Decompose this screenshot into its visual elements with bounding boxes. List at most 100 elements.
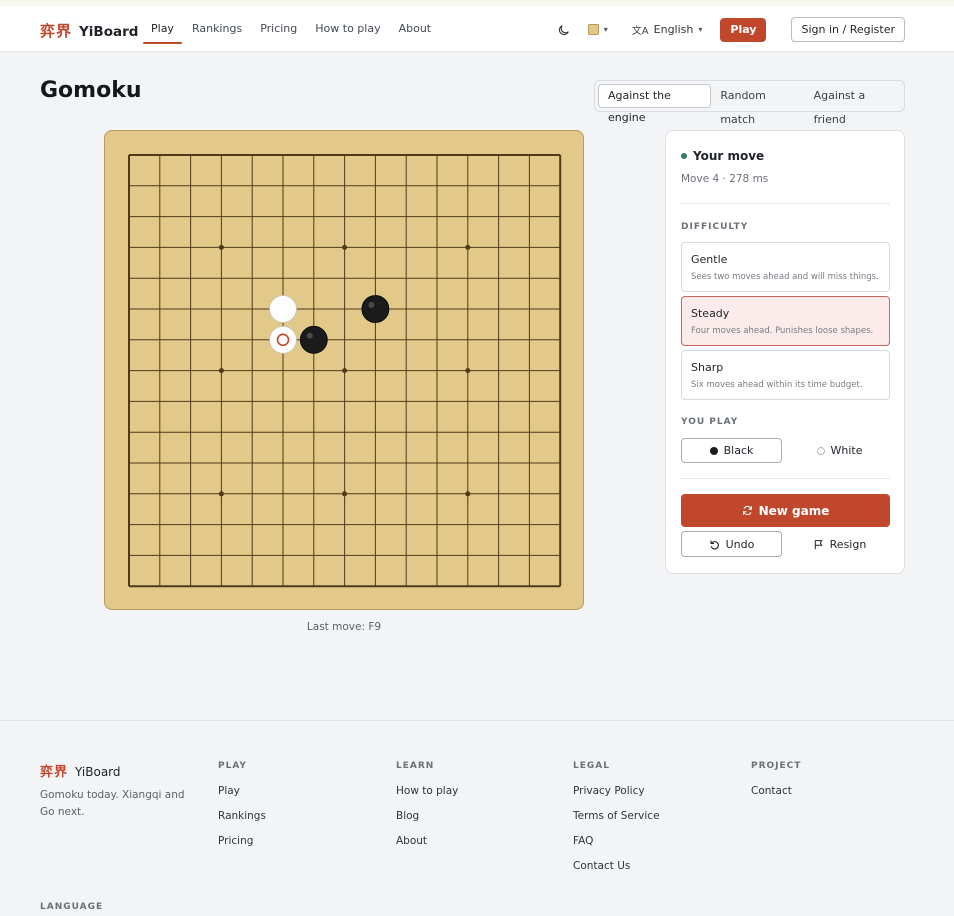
page-title: Gomoku	[40, 78, 142, 103]
star-point	[218, 244, 224, 250]
white-stone	[269, 325, 297, 354]
footer-col-title: PLAY	[218, 761, 247, 771]
nav-play[interactable]: Play	[143, 16, 182, 44]
footer-link-faq[interactable]: FAQ	[573, 835, 660, 860]
flag-icon	[814, 539, 823, 549]
footer-col-title: LEARN	[396, 761, 435, 771]
footer-language-label: LANGUAGE	[40, 902, 104, 912]
white-stone-icon	[816, 446, 825, 455]
nav-how-to-play[interactable]: How to play	[307, 16, 388, 44]
resign-button[interactable]: Resign	[789, 531, 890, 557]
footer-link-blog[interactable]: Blog	[396, 810, 458, 835]
footer-col-project: PROJECT Contact	[751, 761, 801, 810]
difficulty-gentle[interactable]: Gentle Sees two moves ahead and will mis…	[681, 242, 890, 292]
difficulty-steady[interactable]: Steady Four moves ahead. Punishes loose …	[681, 296, 890, 346]
star-point	[342, 491, 348, 497]
resign-label: Resign	[829, 537, 867, 551]
difficulty-name: Gentle	[691, 253, 728, 266]
footer-col-legal: LEGAL Privacy Policy Terms of Service FA…	[573, 761, 660, 885]
new-game-label: New game	[758, 503, 830, 518]
star-point	[342, 244, 348, 250]
footer-logo-en: YiBoard	[75, 765, 121, 779]
difficulty-desc: Four moves ahead. Punishes loose shapes.	[691, 326, 874, 336]
star-point	[342, 368, 348, 374]
language-label: English	[653, 23, 694, 36]
board-grid[interactable]	[105, 131, 585, 611]
mode-against-friend[interactable]: Against a friend	[805, 84, 901, 126]
undo-icon	[710, 539, 719, 549]
footer-link-play[interactable]: Play	[218, 785, 266, 810]
star-point	[465, 244, 471, 250]
main-nav: Play Rankings Pricing How to play About	[143, 16, 441, 44]
nav-rankings[interactable]: Rankings	[184, 16, 250, 44]
difficulty-label: DIFFICULTY	[681, 222, 749, 232]
move-info: Move 4 · 278 ms	[681, 173, 769, 185]
footer-link-privacy[interactable]: Privacy Policy	[573, 785, 660, 810]
footer-col-title: LEGAL	[573, 761, 610, 771]
game-board[interactable]	[104, 130, 584, 610]
chevron-down-icon: ▾	[698, 25, 703, 34]
brand-logo[interactable]: 弈界 YiBoard	[40, 20, 138, 41]
brand-logo-en: YiBoard	[79, 24, 139, 40]
nav-pricing[interactable]: Pricing	[252, 16, 305, 44]
footer-tagline: Gomoku today. Xiangqi and Go next.	[40, 789, 185, 818]
play-black-button[interactable]: Black	[681, 438, 782, 463]
footer-link-rankings[interactable]: Rankings	[218, 810, 266, 835]
turn-status: Your move	[681, 149, 764, 163]
footer-link-contact-us[interactable]: Contact Us	[573, 860, 660, 885]
mode-switcher: Against the engine Random match Against …	[594, 80, 905, 126]
play-white-button[interactable]: White	[789, 438, 890, 463]
footer-link-contact[interactable]: Contact	[751, 785, 801, 810]
header-play-button[interactable]: Play	[720, 17, 767, 42]
difficulty-sharp[interactable]: Sharp Six moves ahead within its time bu…	[681, 350, 890, 400]
stone-highlight	[306, 332, 313, 339]
turn-status-text: Your move	[693, 149, 765, 163]
footer-logo[interactable]: 弈界 YiBoard	[40, 761, 121, 780]
difficulty-name: Sharp	[691, 361, 724, 374]
translate-icon: 文A	[631, 26, 649, 37]
black-stone	[299, 325, 328, 354]
divider	[681, 203, 890, 204]
you-play-label: YOU PLAY	[681, 417, 739, 427]
stone-highlight	[368, 302, 375, 308]
new-game-button[interactable]: New game	[681, 494, 890, 527]
site-header: 弈界 YiBoard Play Rankings Pricing How to …	[0, 0, 954, 52]
black-stone-icon	[709, 446, 718, 455]
star-point	[218, 491, 224, 497]
footer-col-learn: LEARN How to play Blog About	[396, 761, 458, 860]
board-theme-button[interactable]: ▾	[587, 24, 608, 35]
side-label: Black	[723, 444, 754, 457]
undo-label: Undo	[725, 537, 755, 551]
header-actions: ▾ 文A English ▾ Play Sign in / Register	[556, 17, 905, 42]
nav-about[interactable]: About	[391, 16, 440, 44]
undo-button[interactable]: Undo	[681, 531, 782, 557]
difficulty-name: Steady	[691, 307, 730, 320]
side-label: White	[830, 444, 863, 457]
star-point	[218, 368, 224, 374]
last-move-text: Last move: F9	[306, 621, 382, 633]
black-stone	[361, 295, 390, 323]
difficulty-desc: Sees two moves ahead and will miss thing…	[691, 272, 879, 282]
moon-icon[interactable]	[556, 22, 572, 38]
footer-col-play: PLAY Play Rankings Pricing	[218, 761, 266, 860]
game-panel: Your move Move 4 · 278 ms DIFFICULTY Gen…	[665, 130, 905, 574]
footer-link-pricing[interactable]: Pricing	[218, 835, 266, 860]
white-stone	[269, 295, 297, 323]
footer-link-terms[interactable]: Terms of Service	[573, 810, 660, 835]
mode-random-match[interactable]: Random match	[711, 84, 804, 126]
footer-link-about[interactable]: About	[396, 835, 458, 860]
signin-button[interactable]: Sign in / Register	[791, 17, 905, 42]
difficulty-desc: Six moves ahead within its time budget.	[691, 380, 863, 390]
board-color-swatch	[587, 24, 599, 35]
language-select[interactable]: 文A English ▾	[632, 22, 703, 37]
footer-col-title: PROJECT	[751, 761, 802, 771]
divider	[681, 478, 890, 479]
status-dot	[681, 153, 687, 159]
mode-against-engine[interactable]: Against the engine	[598, 84, 712, 124]
star-point	[465, 491, 471, 497]
refresh-icon	[742, 505, 752, 516]
chevron-down-icon: ▾	[603, 25, 608, 34]
star-point	[465, 368, 471, 374]
footer-link-how-to-play[interactable]: How to play	[396, 785, 458, 810]
site-footer: 弈界 YiBoard Gomoku today. Xiangqi and Go …	[0, 720, 954, 916]
